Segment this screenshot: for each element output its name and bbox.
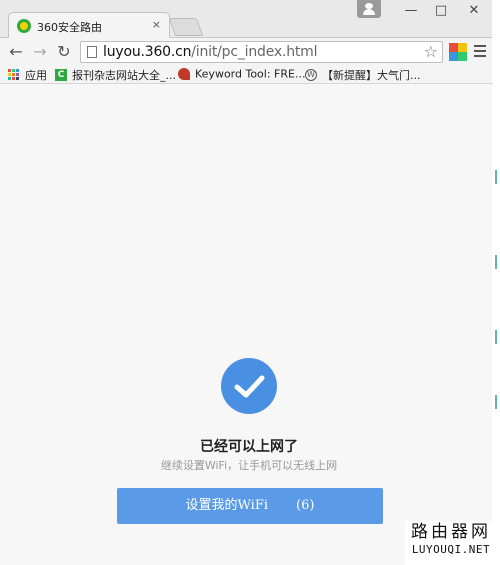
maximize-button[interactable]: □: [425, 2, 457, 20]
right-edge-strip: [492, 0, 500, 565]
page-content: 已经可以上网了 继续设置WiFi，让手机可以无线上网 设置我的WiFi (6): [0, 85, 492, 565]
wordpress-icon: W: [305, 69, 317, 81]
new-tab-button[interactable]: [168, 18, 204, 36]
menu-icon[interactable]: [474, 45, 486, 57]
url-text[interactable]: luyou.360.cn/init/pc_index.html: [103, 44, 317, 60]
watermark-en: LUYOUQI.NET: [411, 543, 491, 556]
status-subtitle: 继续设置WiFi，让手机可以无线上网: [160, 459, 338, 472]
bookmark-magazines[interactable]: C 报刊杂志网站大全_...: [55, 67, 176, 83]
minimize-button[interactable]: —: [395, 2, 427, 20]
bookmarks-bar: 应用 C 报刊杂志网站大全_... Keyword Tool: FRE... W 【…: [0, 66, 492, 84]
setup-wifi-button[interactable]: 设置我的WiFi (6): [117, 488, 383, 524]
bookmark-reminder[interactable]: W 【新提醒】大气门...: [305, 67, 421, 83]
forward-arrow-icon[interactable]: →: [30, 42, 50, 62]
bookmark-apps[interactable]: 应用: [8, 67, 47, 83]
watermark-cn: 路由器网: [411, 522, 491, 542]
apps-grid-icon: [8, 69, 20, 81]
setup-wifi-label: 设置我的WiFi: [185, 498, 269, 513]
address-bar[interactable]: luyou.360.cn/init/pc_index.html ☆: [80, 41, 443, 63]
extension-icon[interactable]: [449, 43, 467, 61]
page-icon: [87, 46, 97, 58]
browser-toolbar: ← → ↻ luyou.360.cn/init/pc_index.html ☆: [0, 38, 492, 66]
back-arrow-icon[interactable]: ←: [6, 42, 26, 62]
tab-360-router[interactable]: 360安全路由 ×: [8, 12, 170, 38]
bookmark-star-icon[interactable]: ☆: [424, 42, 438, 61]
bookmark-keyword-tool[interactable]: Keyword Tool: FRE...: [178, 67, 305, 83]
check-circle-icon: [221, 358, 277, 414]
countdown-label: (6): [296, 498, 315, 513]
tab-title: 360安全路由: [37, 21, 102, 34]
tab-close-icon[interactable]: ×: [152, 18, 161, 31]
360-favicon-icon: [17, 19, 31, 33]
title-bar: 360安全路由 × — □ ✕: [0, 0, 492, 38]
user-profile-icon[interactable]: [357, 0, 381, 18]
status-title: 已经可以上网了: [200, 439, 298, 455]
site-watermark: 路由器网 LUYOUQI.NET: [405, 521, 497, 565]
close-window-button[interactable]: ✕: [458, 2, 490, 20]
keyword-tool-icon: [178, 68, 190, 80]
browser-window: 360安全路由 × — □ ✕ ← → ↻ luyou.360.cn/init/…: [0, 0, 492, 565]
reload-icon[interactable]: ↻: [54, 42, 74, 62]
green-c-icon: C: [55, 69, 67, 81]
